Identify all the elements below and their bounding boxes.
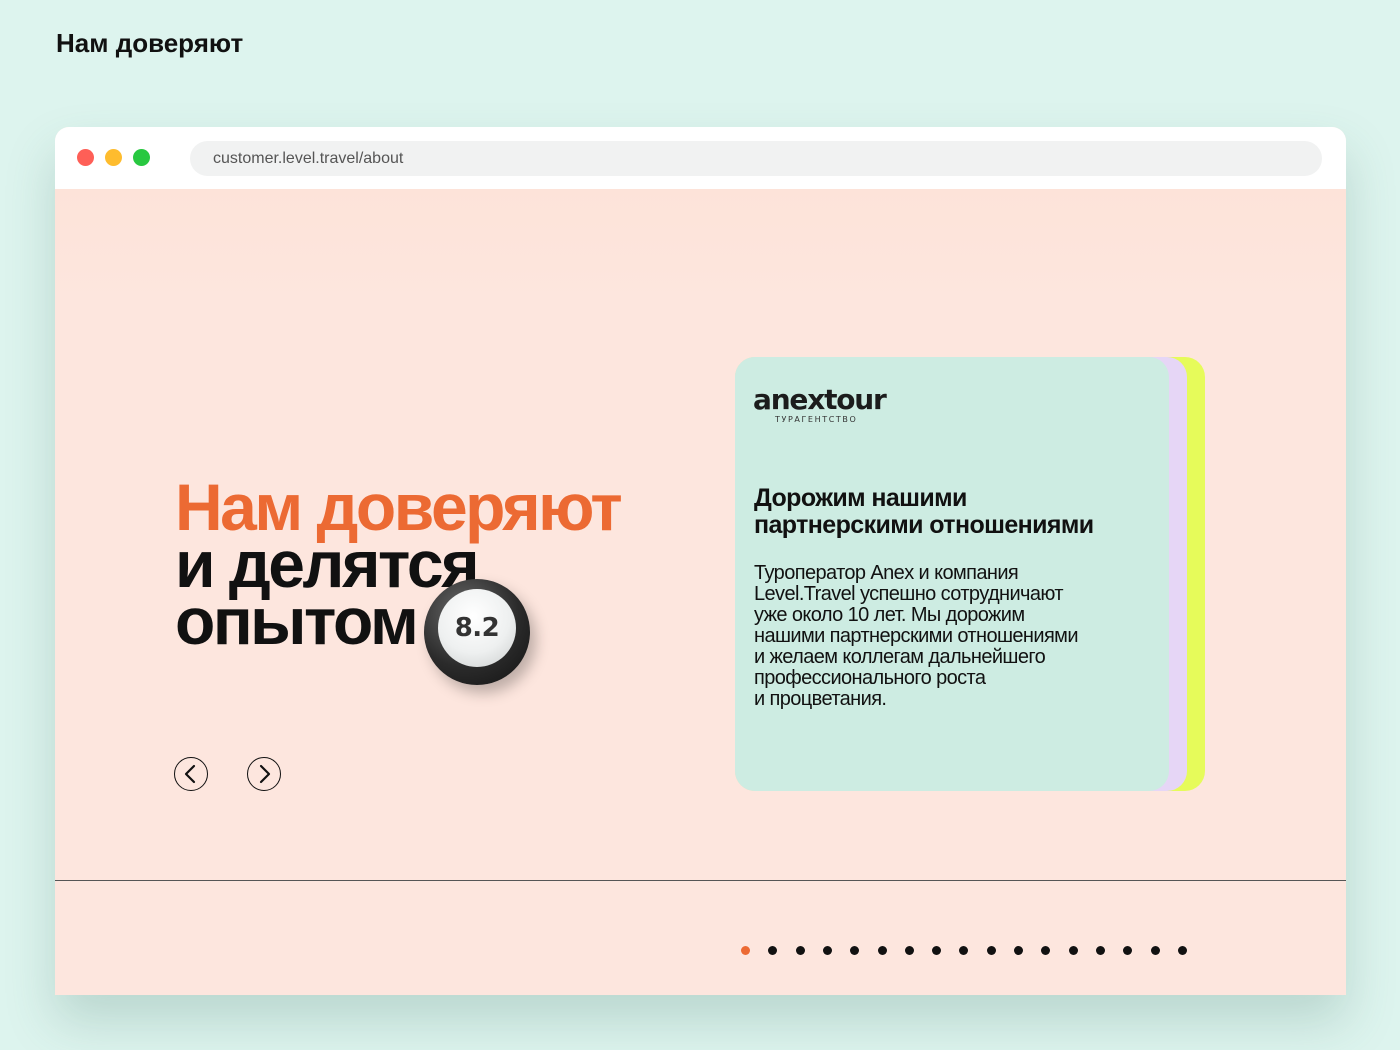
partner-logo-text: anextour bbox=[753, 383, 887, 416]
card-text-line: и процветания. bbox=[754, 688, 887, 710]
section-divider bbox=[55, 880, 1346, 881]
pagination-dot[interactable] bbox=[1178, 946, 1187, 955]
chevron-left-icon bbox=[184, 764, 196, 784]
pagination-dot[interactable] bbox=[768, 946, 777, 955]
next-slide-button[interactable] bbox=[247, 757, 281, 791]
card-text-line: и желаем коллегам дальнейшего bbox=[754, 646, 1046, 668]
browser-window: customer.level.travel/about Нам доверяют… bbox=[55, 127, 1346, 995]
card-title-line: партнерскими отношениями bbox=[754, 511, 1094, 539]
rating-badge: 8.2 bbox=[424, 579, 530, 685]
header-band bbox=[55, 189, 1346, 304]
hero-title: Нам доверяют и делятся опытом bbox=[175, 474, 623, 658]
pagination-dot[interactable] bbox=[1014, 946, 1023, 955]
maximize-window-button[interactable] bbox=[133, 149, 150, 166]
site-content: Нам доверяют и делятся опытом 8.2 anexto… bbox=[55, 189, 1346, 995]
card-text-line: профессионального роста bbox=[754, 667, 986, 689]
rating-value: 8.2 bbox=[438, 589, 516, 667]
pagination-dot[interactable] bbox=[959, 946, 968, 955]
page-heading: Нам доверяют bbox=[56, 28, 244, 58]
card-text-line: Туроператор Anex и компания bbox=[754, 562, 1019, 584]
card-title-line: Дорожим нашими bbox=[754, 484, 967, 512]
pagination-dot[interactable] bbox=[932, 946, 941, 955]
pagination-dot[interactable] bbox=[850, 946, 859, 955]
hero-title-line3: опытом bbox=[175, 584, 419, 658]
pagination-dot-active[interactable] bbox=[741, 946, 750, 955]
card-text-line: нашими партнерскими отношениями bbox=[754, 625, 1079, 647]
card-text-line: уже около 10 лет. Мы дорожим bbox=[754, 604, 1025, 626]
prev-slide-button[interactable] bbox=[174, 757, 208, 791]
pagination-dot[interactable] bbox=[1041, 946, 1050, 955]
card-text-line: Level.Travel успешно сотрудничают bbox=[754, 583, 1064, 605]
partner-logo-subtitle: ТУРАГЕНТСТВО bbox=[775, 415, 858, 424]
card-title: Дорожим нашими партнерскими отношениями bbox=[754, 485, 1154, 539]
pagination-dot[interactable] bbox=[1123, 946, 1132, 955]
pagination-dot[interactable] bbox=[1096, 946, 1105, 955]
pagination-dot[interactable] bbox=[796, 946, 805, 955]
testimonial-card: anextour ТУРАГЕНТСТВО Дорожим нашими пар… bbox=[735, 357, 1169, 791]
pagination-dot[interactable] bbox=[905, 946, 914, 955]
pagination-dot[interactable] bbox=[987, 946, 996, 955]
partner-logo: anextour ТУРАГЕНТСТВО bbox=[753, 383, 887, 425]
browser-toolbar: customer.level.travel/about bbox=[55, 127, 1346, 189]
close-window-button[interactable] bbox=[77, 149, 94, 166]
testimonial-card-stack: anextour ТУРАГЕНТСТВО Дорожим нашими пар… bbox=[735, 357, 1207, 793]
minimize-window-button[interactable] bbox=[105, 149, 122, 166]
pagination-dot[interactable] bbox=[1151, 946, 1160, 955]
pagination-dot[interactable] bbox=[878, 946, 887, 955]
chevron-right-icon bbox=[259, 764, 271, 784]
card-text: Туроператор Anex и компания Level.Travel… bbox=[754, 563, 1154, 710]
pagination-dot[interactable] bbox=[1069, 946, 1078, 955]
pagination-dot[interactable] bbox=[823, 946, 832, 955]
address-bar[interactable]: customer.level.travel/about bbox=[190, 141, 1322, 176]
